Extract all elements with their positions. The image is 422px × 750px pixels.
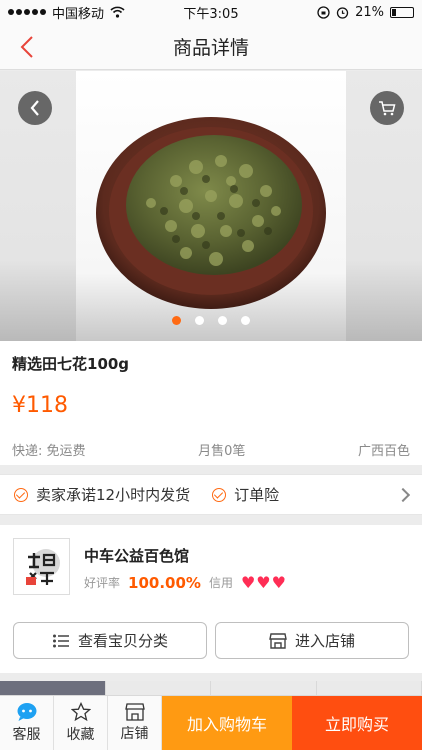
status-right: 21% (264, 5, 414, 20)
nav-bar: 商品详情 (0, 24, 422, 70)
status-left: 中国移动 (8, 3, 158, 22)
rotation-lock-icon (317, 5, 330, 19)
browse-categories-label: 查看宝贝分类 (77, 632, 168, 650)
product-title: 精选田七花100g (12, 355, 130, 373)
rating-label: 好评率 (84, 576, 121, 590)
shop-rating: 好评率 100.00% 信用 ♥ ♥ ♥ (84, 573, 286, 592)
store-icon (269, 632, 287, 649)
promise-shipping: 卖家承诺12小时内发货 (14, 484, 190, 505)
flower-plate-illustration (96, 117, 326, 309)
pager-dot[interactable] (218, 316, 227, 325)
heart-icon: ♥ (271, 573, 286, 592)
product-meta: 快递: 免运费 月售0笔 广西百色 (12, 440, 410, 459)
heart-icon: ♥ (240, 573, 256, 592)
alarm-icon (336, 6, 349, 19)
favorite-tab[interactable]: 收藏 (54, 696, 108, 750)
signal-icon (8, 9, 46, 15)
shipping-text: 快递: 免运费 (12, 444, 86, 459)
wifi-icon (110, 6, 125, 18)
promise-insurance: 订单险 (212, 484, 279, 505)
page-title: 商品详情 (172, 37, 249, 59)
back-button[interactable] (12, 32, 42, 62)
buy-now-button[interactable]: 立即购买 (292, 696, 422, 750)
store-tab[interactable]: 店铺 (108, 696, 162, 750)
clock: 下午3:05 (183, 6, 239, 22)
shop-card: 中车公益百色馆 好评率 100.00% 信用 ♥ ♥ ♥ 查看宝贝分类 进入店铺 (0, 525, 422, 673)
chevron-left-icon (30, 100, 39, 116)
product-location: 广西百色 (357, 444, 410, 459)
store-icon (124, 703, 145, 721)
monthly-sales: 月售0笔 (198, 444, 246, 459)
customer-service-tab[interactable]: 客服 (0, 696, 54, 750)
shop-logo-mark (25, 548, 60, 585)
customer-service-label: 客服 (12, 727, 41, 743)
detail-tab[interactable] (211, 681, 317, 695)
gallery-cart-button[interactable] (370, 91, 404, 125)
favorite-label: 收藏 (66, 727, 95, 743)
product-price: ¥118 (12, 393, 68, 418)
carrier-label: 中国移动 (52, 6, 105, 22)
chat-bubble-icon (17, 703, 36, 721)
heart-icon: ♥ (256, 573, 271, 592)
check-circle-icon (212, 487, 227, 502)
chevron-right-icon (395, 487, 411, 502)
detail-tab[interactable] (317, 681, 422, 695)
service-promise-row[interactable]: 卖家承诺12小时内发货 订单险 (0, 474, 422, 515)
promise-insurance-label: 订单险 (234, 486, 280, 504)
shop-name[interactable]: 中车公益百色馆 (84, 545, 189, 566)
store-label: 店铺 (120, 726, 149, 742)
shop-logo[interactable] (13, 538, 70, 595)
rating-value: 100.00% (128, 573, 201, 592)
pager-dot[interactable] (241, 316, 250, 325)
pager-dot[interactable] (195, 316, 204, 325)
battery-percent: 21% (355, 4, 384, 20)
list-icon (52, 634, 69, 647)
gallery-pager (0, 316, 422, 325)
battery-icon (389, 6, 414, 18)
star-icon (70, 702, 91, 722)
status-bar: 中国移动 下午3:05 21% (0, 0, 422, 24)
pager-dot[interactable] (172, 316, 181, 325)
check-circle-icon (14, 487, 28, 502)
credit-hearts: ♥ ♥ ♥ (241, 573, 286, 592)
add-to-cart-button[interactable]: 加入购物车 (162, 696, 292, 750)
product-image (76, 71, 346, 341)
cart-icon (379, 101, 396, 116)
enter-shop-label: 进入店铺 (294, 632, 355, 650)
detail-tab[interactable] (0, 681, 106, 695)
chevron-left-icon (20, 36, 33, 58)
detail-tabs-strip (0, 681, 422, 695)
promise-shipping-label: 卖家承诺12小时内发货 (36, 486, 191, 504)
bottom-action-bar: 客服 收藏 店铺 加入购物车 立即购买 (0, 695, 422, 750)
gallery-back-button[interactable] (18, 91, 52, 125)
product-info: 精选田七花100g ¥118 快递: 免运费 月售0笔 广西百色 (0, 341, 422, 465)
credit-label: 信用 (208, 576, 233, 590)
browse-categories-button[interactable]: 查看宝贝分类 (13, 622, 207, 659)
product-gallery[interactable] (0, 71, 422, 341)
detail-tab[interactable] (106, 681, 211, 695)
enter-shop-button[interactable]: 进入店铺 (215, 622, 409, 659)
